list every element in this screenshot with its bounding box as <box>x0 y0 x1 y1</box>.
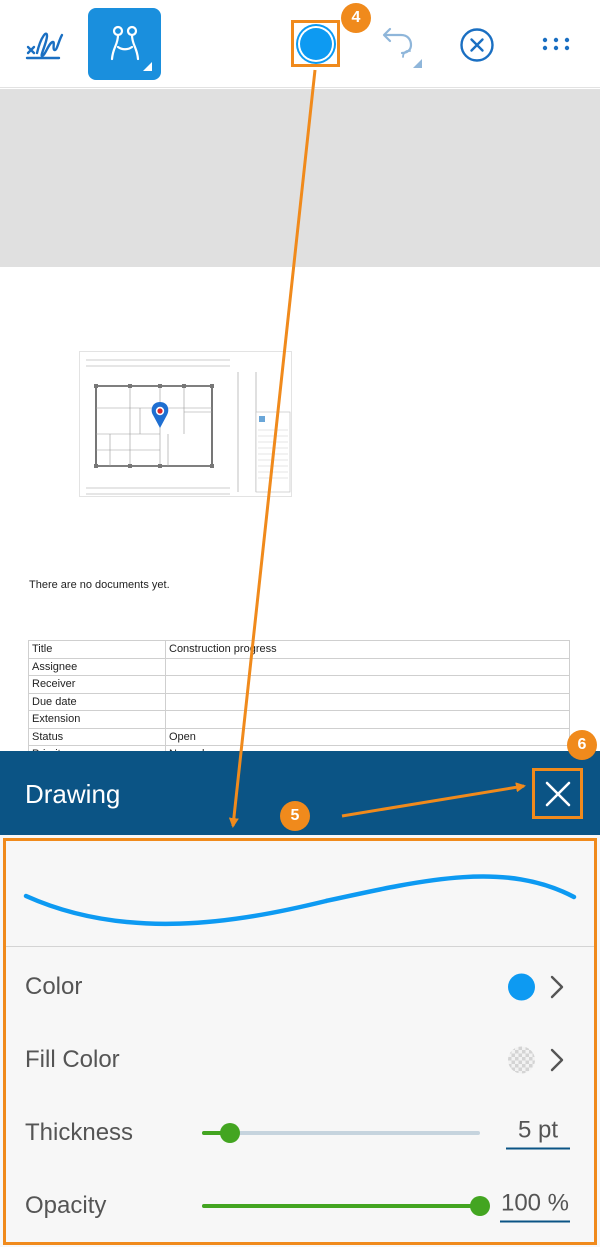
fill-color-label: Fill Color <box>25 1045 120 1073</box>
color-label: Color <box>25 972 83 1000</box>
table-row: Title Construction progress <box>28 640 570 659</box>
step-badge-6: 6 <box>567 730 597 760</box>
signature-tool-button[interactable] <box>18 18 72 70</box>
color-swatch <box>508 973 535 1000</box>
close-panel-button[interactable] <box>532 768 583 819</box>
shape-tool-button[interactable] <box>88 8 161 80</box>
drawing-panel-header: Drawing 6 5 <box>0 730 600 835</box>
thickness-label: Thickness <box>25 1118 134 1146</box>
opacity-slider[interactable] <box>202 1195 490 1216</box>
more-dots-icon <box>542 37 570 51</box>
opacity-row: Opacity 100 % <box>6 1169 594 1242</box>
opacity-value-field[interactable]: 100 % <box>500 1189 570 1222</box>
table-key: Assignee <box>28 657 166 676</box>
document-page: There are no documents yet. Title Constru… <box>0 267 600 751</box>
table-row: Extension <box>28 710 570 729</box>
table-key: Status <box>28 727 166 746</box>
table-key: Due date <box>28 692 166 711</box>
cancel-annotation-button[interactable] <box>452 20 502 70</box>
task-info-table: Title Construction progress Assignee Receiv… <box>28 640 570 751</box>
chevron-right-icon <box>550 1048 564 1071</box>
slider-handle[interactable] <box>219 1122 240 1143</box>
color-dot-icon <box>299 27 332 60</box>
document-background <box>0 89 600 267</box>
close-circle-icon <box>460 28 494 62</box>
divider <box>6 946 594 947</box>
table-row: Due date <box>28 692 570 711</box>
fill-color-row[interactable]: Fill Color <box>6 1023 594 1096</box>
slider-handle[interactable] <box>470 1195 490 1216</box>
thickness-value-field[interactable]: 5 pt <box>505 1116 570 1149</box>
table-row: Status Open <box>28 727 570 746</box>
table-value <box>165 692 570 711</box>
submenu-indicator <box>143 62 152 71</box>
opacity-label: Opacity <box>25 1191 107 1219</box>
table-key: Extension <box>28 710 166 729</box>
stroke-color-button[interactable] <box>291 20 340 67</box>
slider-fill <box>202 1203 480 1208</box>
table-value <box>165 710 570 729</box>
drawing-settings-panel: Color Fill Color Thickness 5 pt Opacity … <box>0 835 600 1247</box>
stroke-preview <box>6 841 594 947</box>
table-value <box>165 657 570 676</box>
table-value: Open <box>165 727 570 746</box>
shape-tool-icon <box>110 25 139 61</box>
undo-redo-button[interactable] <box>372 20 428 70</box>
thickness-row: Thickness 5 pt <box>6 1096 594 1169</box>
table-key: Receiver <box>28 675 166 694</box>
signature-icon <box>25 32 64 60</box>
close-icon <box>545 781 570 806</box>
color-row[interactable]: Color <box>6 950 594 1023</box>
floor-plan-image <box>79 351 292 497</box>
transparent-swatch <box>508 1046 535 1073</box>
empty-documents-message: There are no documents yet. <box>29 579 170 591</box>
table-row: Receiver <box>28 675 570 694</box>
submenu-indicator <box>413 59 422 68</box>
table-value: Construction progress <box>165 640 570 659</box>
chevron-right-icon <box>550 975 564 998</box>
table-key: Title <box>28 640 166 659</box>
step-badge-4: 4 <box>341 3 371 33</box>
annotation-toolbar: 4 <box>0 0 600 88</box>
thickness-slider[interactable] <box>202 1122 480 1143</box>
table-value <box>165 675 570 694</box>
more-options-button[interactable] <box>530 22 582 66</box>
panel-title: Drawing <box>25 779 121 809</box>
table-row: Assignee <box>28 657 570 676</box>
step-badge-5: 5 <box>280 801 310 831</box>
